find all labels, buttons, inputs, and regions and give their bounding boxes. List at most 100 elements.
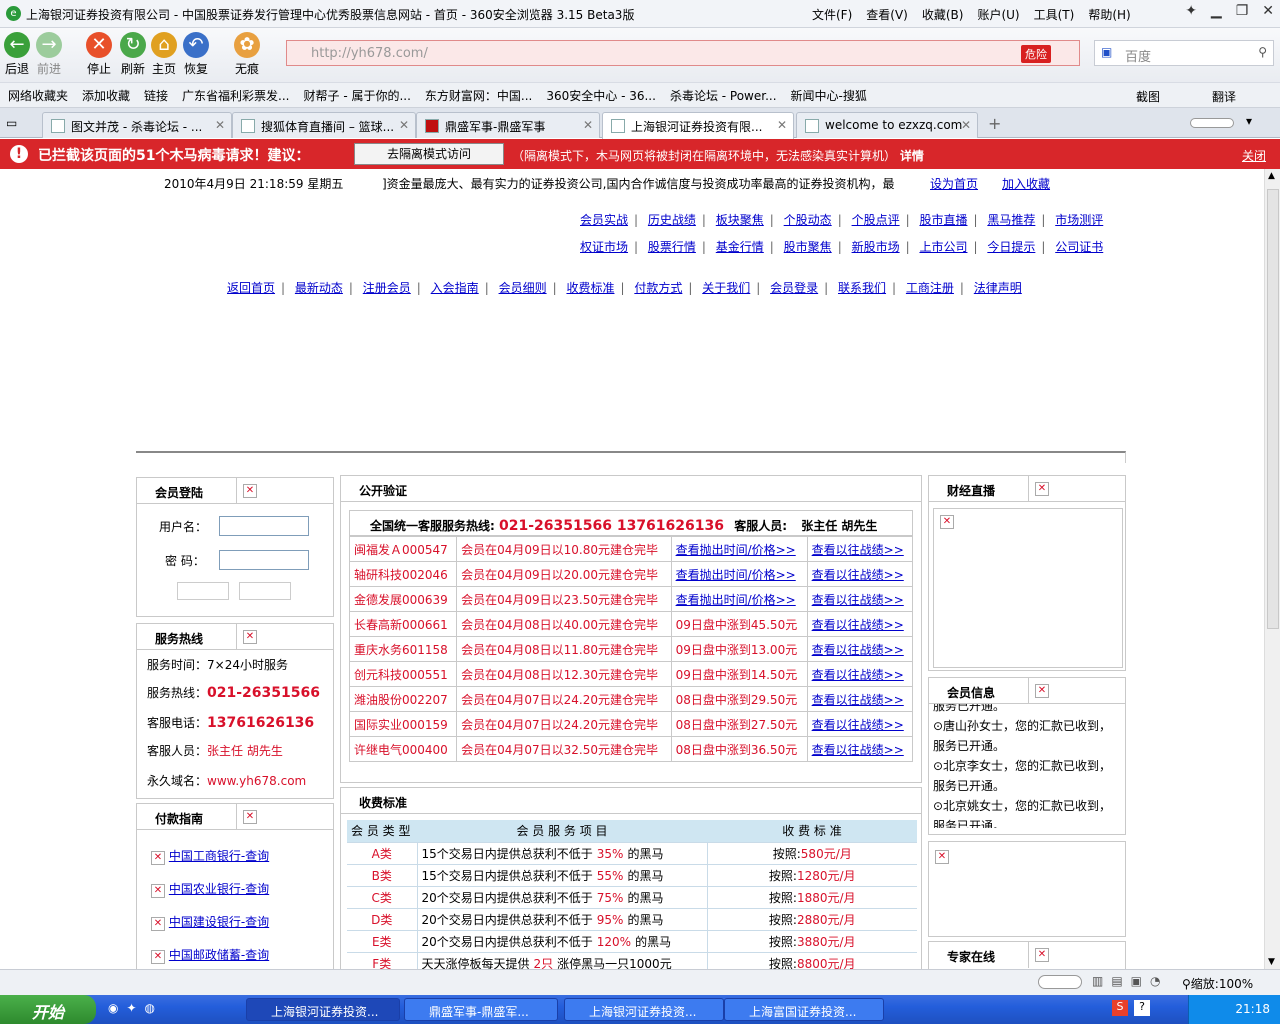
tab-item[interactable]: 搜狐体育直播间 – 篮球... ✕ (232, 112, 416, 138)
taskbar-item[interactable]: 鼎盛军事-鼎盛军... (404, 998, 558, 1021)
history-link[interactable]: 查看以往战绩>> (806, 611, 914, 637)
sell-time-link[interactable]: 查看抛出时间/价格>> (670, 561, 808, 587)
nav-link[interactable]: 权证市场 (580, 240, 628, 254)
history-link[interactable]: 查看以往战绩>> (806, 686, 914, 712)
add-favorite-link[interactable]: 加入收藏 (1002, 175, 1050, 192)
history-link[interactable]: 查看以往战绩>> (806, 636, 914, 662)
bookmark-item[interactable]: 添加收藏 (82, 87, 130, 104)
nav-link[interactable]: 股票行情 (648, 240, 696, 254)
taskbar-item[interactable]: 上海富国证券投资... (724, 998, 884, 1021)
tab-item[interactable]: 鼎盛军事-鼎盛军事 ✕ (416, 112, 600, 138)
password-input[interactable] (219, 550, 309, 570)
close-icon[interactable]: ✕ (1262, 3, 1274, 19)
bookmark-item[interactable]: 财帮子 - 属于你的... (304, 87, 411, 104)
username-input[interactable] (219, 516, 309, 536)
status-toggle[interactable] (1038, 975, 1082, 989)
nav-link[interactable]: 新股市场 (852, 240, 900, 254)
main-nav-link[interactable]: 注册会员 (363, 281, 411, 295)
forward-button[interactable]: → 前进 (32, 32, 66, 77)
login-button[interactable] (177, 582, 229, 600)
status-icons[interactable]: ▥▤▣◔ (1092, 974, 1168, 988)
warning-close-link[interactable]: 关闭 (1242, 147, 1266, 164)
scrollbar-thumb[interactable] (1267, 189, 1279, 629)
nav-link[interactable]: 股市聚焦 (784, 240, 832, 254)
nav-link[interactable]: 基金行情 (716, 240, 764, 254)
main-nav-link[interactable]: 收费标准 (566, 281, 614, 295)
nav-link[interactable]: 市场测评 (1055, 213, 1103, 227)
taskbar-item-active[interactable]: 上海银河证券投资... (246, 998, 400, 1021)
history-link[interactable]: 查看以往战绩>> (806, 711, 914, 737)
maximize-icon[interactable]: ❐ (1236, 3, 1249, 19)
search-box[interactable]: ▣ 百度 ⚲ (1094, 40, 1274, 66)
main-nav-link[interactable]: 会员细则 (499, 281, 547, 295)
screenshot-button[interactable]: 截图 (1136, 88, 1160, 105)
history-link[interactable]: 查看以往战绩>> (806, 586, 914, 612)
nav-link[interactable]: 板块聚焦 (716, 213, 764, 227)
address-bar[interactable]: http://yh678.com/ 危险 (286, 40, 1080, 66)
menu-tools[interactable]: 工具(T) (1034, 6, 1075, 23)
help-icon[interactable]: ? (1134, 1000, 1150, 1016)
menu-account[interactable]: 账户(U) (977, 6, 1019, 23)
stop-button[interactable]: ✕ 停止 (82, 32, 116, 77)
bookmark-item[interactable]: 新闻中心-搜狐 (791, 87, 867, 104)
history-link[interactable]: 查看以往战绩>> (806, 561, 914, 587)
main-nav-link[interactable]: 工商注册 (906, 281, 954, 295)
tab-list-icon[interactable]: ▾ (1246, 114, 1252, 128)
start-button[interactable]: 开始 (0, 995, 96, 1024)
close-tab-icon[interactable]: ✕ (215, 118, 225, 132)
page-scrollbar[interactable]: ▲ ▼ (1264, 169, 1280, 969)
search-icon[interactable]: ⚲ (1258, 45, 1267, 59)
bank-link[interactable]: 中国工商银行-查询 (169, 849, 269, 863)
nav-link[interactable]: 上市公司 (919, 240, 967, 254)
address-url[interactable]: http://yh678.com/ (311, 46, 428, 61)
zoom-control[interactable]: ⚲缩放:100% (1182, 975, 1253, 992)
bookmark-item[interactable]: 杀毒论坛 - Power... (670, 87, 777, 104)
refresh-button[interactable]: ↻ 刷新 (116, 32, 150, 77)
history-link[interactable]: 查看以往战绩>> (806, 736, 914, 762)
bank-link[interactable]: 中国建设银行-查询 (169, 915, 269, 929)
main-nav-link[interactable]: 法律声明 (974, 281, 1022, 295)
main-nav-link[interactable]: 付款方式 (634, 281, 682, 295)
tab-item-active[interactable]: 上海银河证券投资有限... ✕ (602, 112, 794, 139)
set-home-link[interactable]: 设为首页 (930, 175, 978, 192)
incognito-button[interactable]: ✿ 无痕 (230, 32, 264, 77)
bank-link[interactable]: 中国农业银行-查询 (169, 882, 269, 896)
main-nav-link[interactable]: 关于我们 (702, 281, 750, 295)
restore-button[interactable]: ↶ 恢复 (179, 32, 213, 77)
minimize-icon[interactable]: ▁ (1211, 3, 1222, 19)
sidebar-toggle-icon[interactable]: ▭ (6, 116, 17, 130)
search-engine-icon[interactable]: ▣ (1101, 45, 1112, 59)
bookmark-item[interactable]: 360安全中心 - 36... (546, 87, 656, 104)
taskbar-item[interactable]: 上海银河证券投资... (564, 998, 724, 1021)
nav-link[interactable]: 黑马推荐 (987, 213, 1035, 227)
skin-icon[interactable]: ✦ (1185, 3, 1197, 19)
input-method-icon[interactable]: S (1112, 1000, 1128, 1016)
main-nav-link[interactable]: 最新动态 (295, 281, 343, 295)
tab-scroll-slider[interactable] (1190, 118, 1234, 128)
history-link[interactable]: 查看以往战绩>> (806, 661, 914, 687)
nav-link[interactable]: 个股点评 (852, 213, 900, 227)
nav-link[interactable]: 今日提示 (987, 240, 1035, 254)
main-nav-link[interactable]: 返回首页 (227, 281, 275, 295)
menu-favorites[interactable]: 收藏(B) (922, 6, 964, 23)
close-tab-icon[interactable]: ✕ (399, 118, 409, 132)
menu-file[interactable]: 文件(F) (812, 6, 852, 23)
bookmark-item[interactable]: 链接 (144, 87, 168, 104)
nav-link[interactable]: 股市直播 (919, 213, 967, 227)
scroll-up-icon[interactable]: ▲ (1268, 171, 1275, 181)
sell-time-link[interactable]: 查看抛出时间/价格>> (670, 536, 808, 562)
history-link[interactable]: 查看以往战绩>> (806, 536, 914, 562)
quick-launch-icons[interactable]: ◉✦◍ (108, 1001, 163, 1015)
bank-link[interactable]: 中国邮政储蓄-查询 (169, 948, 269, 962)
close-tab-icon[interactable]: ✕ (583, 118, 593, 132)
isolation-mode-button[interactable]: 去隔离模式访问 (354, 143, 504, 165)
back-button[interactable]: ← 后退 (0, 32, 34, 77)
new-tab-icon[interactable]: + (988, 114, 1001, 133)
scroll-down-icon[interactable]: ▼ (1268, 957, 1275, 967)
main-nav-link[interactable]: 入会指南 (431, 281, 479, 295)
bookmark-item[interactable]: 网络收藏夹 (8, 87, 68, 104)
bookmark-item[interactable]: 东方财富网：中国... (425, 87, 532, 104)
tab-item[interactable]: 图文并茂 - 杀毒论坛 - ... ✕ (42, 112, 232, 138)
menu-view[interactable]: 查看(V) (866, 6, 908, 23)
translate-button[interactable]: 翻译 (1212, 88, 1236, 105)
